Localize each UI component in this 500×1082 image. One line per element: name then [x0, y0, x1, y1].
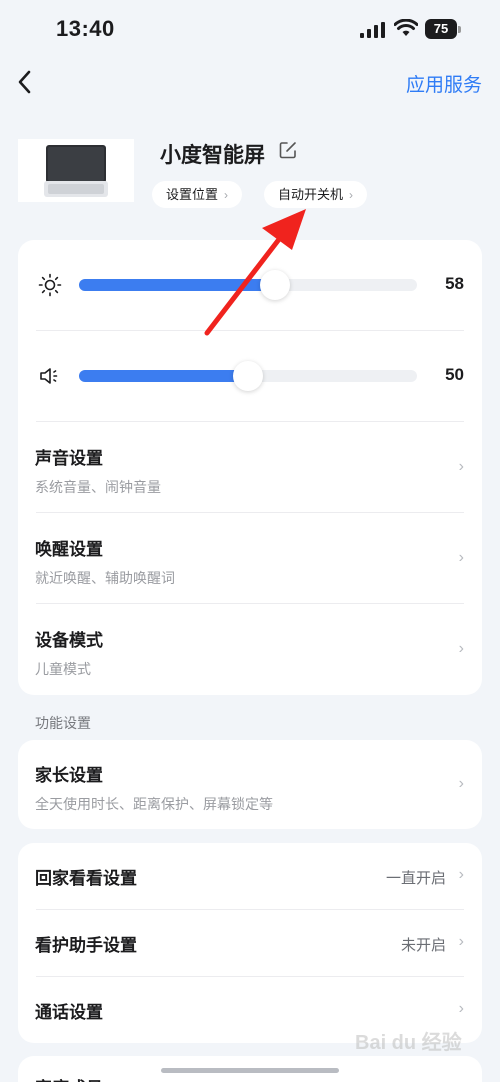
row-subtitle: 就近唤醒、辅助唤醒词	[35, 570, 175, 586]
brightness-row: 58	[18, 240, 482, 330]
row-title: 家长设置	[35, 766, 103, 785]
chevron-right-icon: ›	[458, 640, 464, 657]
volume-row: 50	[18, 331, 482, 421]
row-title: 通话设置	[35, 1003, 103, 1022]
row-title: 看护助手设置	[35, 936, 137, 955]
device-image	[18, 139, 134, 202]
row-title: 唤醒设置	[35, 540, 103, 559]
chevron-right-icon: ›	[458, 866, 464, 883]
chevron-right-icon: ›	[458, 775, 464, 792]
status-bar: 13:40 75	[0, 0, 500, 56]
sound-settings-item[interactable]: 声音设置 系统音量、闹钟音量 ›	[18, 422, 482, 512]
brightness-icon	[38, 273, 62, 297]
chevron-right-icon: ›	[349, 188, 354, 202]
set-location-chip[interactable]: 设置位置 ›	[152, 181, 243, 208]
brightness-slider[interactable]	[79, 270, 417, 300]
brightness-value: 58	[445, 274, 464, 293]
chevron-right-icon: ›	[458, 933, 464, 950]
row-value: 未开启	[400, 937, 446, 954]
chevron-right-icon: ›	[458, 458, 464, 475]
wake-settings-item[interactable]: 唤醒设置 就近唤醒、辅助唤醒词 ›	[18, 513, 482, 603]
battery-level: 75	[425, 19, 457, 39]
status-time: 13:40	[56, 16, 115, 41]
auto-power-chip[interactable]: 自动开关机 ›	[264, 181, 368, 208]
home-indicator	[161, 1068, 339, 1073]
edit-icon[interactable]	[278, 140, 298, 160]
parental-card: 家长设置 全天使用时长、距离保护、屏幕锁定等 ›	[18, 740, 482, 829]
care-assistant-settings-item[interactable]: 看护助手设置 未开启 ›	[18, 910, 482, 976]
family-members-item[interactable]: 家庭成员	[35, 1074, 103, 1082]
chevron-right-icon: ›	[224, 188, 229, 202]
row-value: 一直开启	[385, 870, 446, 887]
row-title: 回家看看设置	[35, 869, 137, 888]
more-settings-card: 回家看看设置 一直开启 › 看护助手设置 未开启 › 通话设置 ›	[18, 843, 482, 1043]
row-title: 声音设置	[35, 449, 103, 468]
brightness-thumb[interactable]	[260, 270, 290, 300]
app-services-link[interactable]: 应用服务	[406, 70, 482, 97]
device-mode-item[interactable]: 设备模式 儿童模式 ›	[18, 604, 482, 694]
chip-label: 设置位置	[166, 187, 219, 202]
row-title: 设备模式	[35, 631, 103, 650]
chevron-right-icon: ›	[458, 549, 464, 566]
chevron-right-icon: ›	[458, 1000, 464, 1017]
battery-icon: 75	[425, 19, 461, 39]
chip-label: 自动开关机	[278, 187, 344, 202]
row-subtitle: 全天使用时长、距离保护、屏幕锁定等	[35, 796, 273, 812]
volume-slider[interactable]	[79, 361, 417, 391]
cellular-signal-icon	[360, 22, 385, 38]
row-subtitle: 系统音量、闹钟音量	[35, 479, 161, 495]
volume-thumb[interactable]	[233, 361, 263, 391]
parental-settings-item[interactable]: 家长设置 全天使用时长、距离保护、屏幕锁定等 ›	[18, 740, 482, 829]
device-settings-card: 58 50 声音设置 系统音量、闹钟音量 › 唤醒设置 就近唤醒、辅助唤醒词 ›…	[18, 240, 482, 695]
wifi-icon	[394, 19, 418, 36]
brightness-fill	[79, 279, 275, 291]
volume-icon	[40, 368, 58, 384]
home-view-settings-item[interactable]: 回家看看设置 一直开启 ›	[18, 843, 482, 909]
section-label: 功能设置	[35, 715, 91, 731]
row-subtitle: 儿童模式	[35, 661, 91, 677]
watermark: Bai du 经验	[355, 1032, 462, 1054]
device-name: 小度智能屏	[160, 144, 265, 167]
back-icon[interactable]	[14, 68, 38, 96]
volume-fill	[79, 370, 248, 382]
volume-value: 50	[445, 365, 464, 384]
